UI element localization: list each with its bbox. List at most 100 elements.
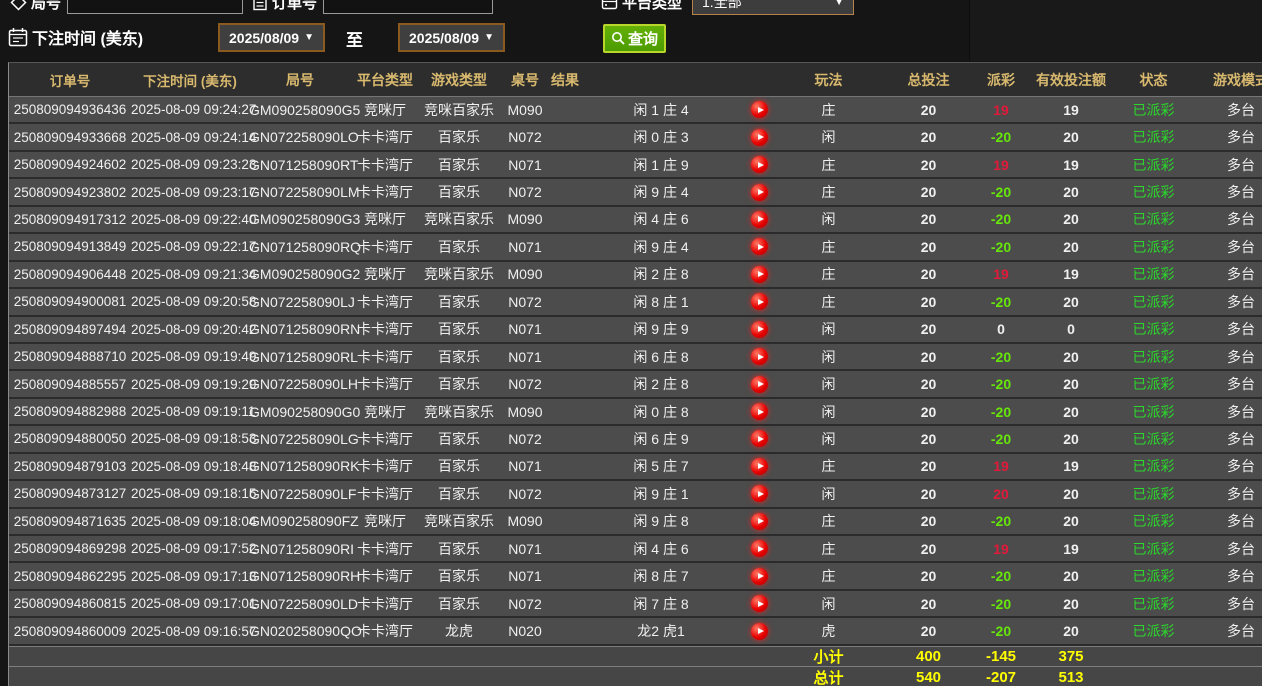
cell-time: 2025-08-09 09:17:13 xyxy=(131,569,249,584)
result-text: 闲 0 庄 8 xyxy=(571,402,751,422)
cell-order: 250809094879103 xyxy=(9,459,131,474)
play-video-icon[interactable] xyxy=(751,513,768,530)
cell-game: 竞咪百家乐 xyxy=(419,209,499,229)
order-label: 订单号 xyxy=(272,0,317,13)
cell-play: 庄 xyxy=(776,539,881,559)
cell-table_no: N072 xyxy=(499,294,551,310)
cell-round: GN071258090RI xyxy=(249,541,351,557)
cell-valid: 20 xyxy=(1026,376,1116,392)
cell-game: 竞咪百家乐 xyxy=(419,511,499,531)
result-text: 闲 5 庄 7 xyxy=(571,456,751,476)
table-row: 2508090949064482025-08-09 09:21:34GM0902… xyxy=(9,262,1262,289)
cell-game: 百家乐 xyxy=(419,347,499,367)
table-summary: 小计400-145375总计540-207513 xyxy=(9,646,1262,686)
summary-row: 小计400-145375 xyxy=(9,646,1262,667)
cell-table_no: M090 xyxy=(499,266,551,282)
play-video-icon[interactable] xyxy=(751,485,768,502)
cell-total: 20 xyxy=(881,541,976,557)
result-text: 闲 9 庄 4 xyxy=(571,237,751,257)
date-to-picker[interactable]: 2025/08/09 ▼ xyxy=(398,23,505,52)
cell-total: 20 xyxy=(881,102,976,118)
cell-game: 竞咪百家乐 xyxy=(419,402,499,422)
play-video-icon[interactable] xyxy=(751,129,768,146)
cell-status: 已派彩 xyxy=(1116,594,1191,614)
cell-platform: 卡卡湾厅 xyxy=(351,539,419,559)
cell-round: GN071258090RH xyxy=(249,568,351,584)
round-label: 局号 xyxy=(31,0,61,13)
table-row: 2508090949000812025-08-09 09:20:58GN0722… xyxy=(9,289,1262,316)
cell-mode: 多台 xyxy=(1191,127,1262,147)
play-video-icon[interactable] xyxy=(751,321,768,338)
server-icon xyxy=(601,0,618,11)
summary-payout: -145 xyxy=(976,648,1026,665)
result-text: 闲 1 庄 9 xyxy=(571,155,751,175)
cell-payout: 0 xyxy=(976,321,1026,337)
cell-total: 20 xyxy=(881,513,976,529)
play-video-icon[interactable] xyxy=(751,211,768,228)
calendar-icon xyxy=(8,27,28,48)
cell-time: 2025-08-09 09:22:40 xyxy=(131,212,249,227)
play-video-icon[interactable] xyxy=(751,156,768,173)
topbar-right-panel xyxy=(969,0,1262,61)
cell-order: 250809094871635 xyxy=(9,514,131,529)
cell-play: 庄 xyxy=(776,456,881,476)
play-video-icon[interactable] xyxy=(751,238,768,255)
cell-status: 已派彩 xyxy=(1116,155,1191,175)
play-video-icon[interactable] xyxy=(751,101,768,118)
cell-platform: 卡卡湾厅 xyxy=(351,484,419,504)
cell-table_no: M090 xyxy=(499,211,551,227)
cell-payout: -20 xyxy=(976,349,1026,365)
cell-result: 闲 8 庄 7 xyxy=(551,566,776,586)
platform-label: 平台类型 xyxy=(622,0,682,13)
play-video-icon[interactable] xyxy=(751,376,768,393)
cell-table_no: N072 xyxy=(499,184,551,200)
table-row: 2508090948855572025-08-09 09:19:29GN0722… xyxy=(9,371,1262,398)
play-video-icon[interactable] xyxy=(751,430,768,447)
cell-table_no: N071 xyxy=(499,458,551,474)
play-video-icon[interactable] xyxy=(751,403,768,420)
cell-time: 2025-08-09 09:19:29 xyxy=(131,377,249,392)
play-video-icon[interactable] xyxy=(751,540,768,557)
table-row: 2508090949364362025-08-09 09:24:27GM0902… xyxy=(9,97,1262,124)
cell-payout: -20 xyxy=(976,294,1026,310)
summary-valid: 375 xyxy=(1026,648,1116,665)
bet-time-label: 下注时间 (美东) xyxy=(32,25,143,49)
play-video-icon[interactable] xyxy=(751,568,768,585)
cell-mode: 多台 xyxy=(1191,402,1262,422)
play-video-icon[interactable] xyxy=(751,458,768,475)
play-video-icon[interactable] xyxy=(751,623,768,640)
cell-valid: 20 xyxy=(1026,129,1116,145)
cell-table_no: N072 xyxy=(499,596,551,612)
query-button[interactable]: 查询 xyxy=(603,24,666,53)
cell-valid: 20 xyxy=(1026,431,1116,447)
cell-total: 20 xyxy=(881,349,976,365)
summary-total: 540 xyxy=(881,669,976,686)
cell-order: 250809094924602 xyxy=(9,157,131,172)
round-input[interactable] xyxy=(67,0,243,14)
chevron-down-icon: ▼ xyxy=(834,0,844,8)
cell-round: GM090258090G0 xyxy=(249,404,351,420)
cell-payout: -20 xyxy=(976,184,1026,200)
cell-status: 已派彩 xyxy=(1116,209,1191,229)
cell-play: 庄 xyxy=(776,264,881,284)
cell-time: 2025-08-09 09:21:34 xyxy=(131,267,249,282)
order-number-input[interactable] xyxy=(323,0,493,14)
date-to-value: 2025/08/09 xyxy=(409,30,479,46)
cell-valid: 20 xyxy=(1026,211,1116,227)
cell-mode: 多台 xyxy=(1191,621,1262,641)
result-text: 闲 6 庄 8 xyxy=(571,347,751,367)
play-video-icon[interactable] xyxy=(751,266,768,283)
platform-type-select[interactable]: 1.全部 ▼ xyxy=(692,0,854,15)
cell-status: 已派彩 xyxy=(1116,484,1191,504)
cell-play: 庄 xyxy=(776,292,881,312)
table-row: 2508090948622952025-08-09 09:17:13GN0712… xyxy=(9,563,1262,590)
cell-mode: 多台 xyxy=(1191,429,1262,449)
date-from-picker[interactable]: 2025/08/09 ▼ xyxy=(218,23,325,52)
play-video-icon[interactable] xyxy=(751,184,768,201)
table-row: 2508090949238022025-08-09 09:23:17GN0722… xyxy=(9,179,1262,206)
play-video-icon[interactable] xyxy=(751,348,768,365)
play-video-icon[interactable] xyxy=(751,595,768,612)
cell-round: GN071258090RT xyxy=(249,157,351,173)
summary-payout: -207 xyxy=(976,669,1026,686)
play-video-icon[interactable] xyxy=(751,293,768,310)
